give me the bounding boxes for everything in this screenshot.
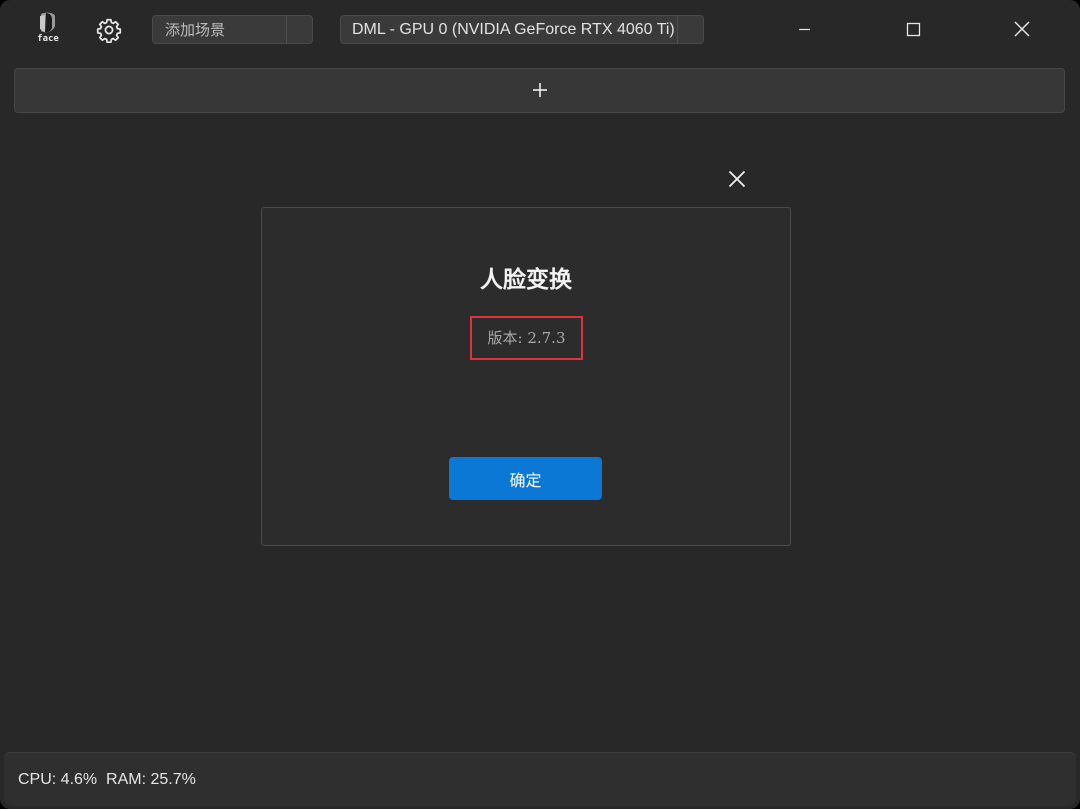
dialog-title: 人脸变换: [480, 266, 572, 293]
close-button[interactable]: [1007, 14, 1037, 44]
add-scene-bar[interactable]: [14, 68, 1065, 113]
about-dialog: 人脸变换 版本: 2.7.3 确定: [261, 207, 791, 546]
minimize-button[interactable]: [789, 14, 819, 44]
scene-combo[interactable]: 添加场景: [152, 15, 313, 44]
close-icon: [1014, 21, 1030, 37]
app-logo: face: [33, 12, 63, 44]
maximize-button[interactable]: [898, 14, 928, 44]
dialog-close-button[interactable]: [725, 167, 749, 191]
version-highlight-box: 版本: 2.7.3: [470, 316, 583, 360]
device-combo[interactable]: DML - GPU 0 (NVIDIA GeForce RTX 4060 Ti): [340, 15, 704, 44]
close-icon: [728, 170, 746, 188]
device-combo-dropdown[interactable]: [677, 16, 703, 43]
device-combo-value: DML - GPU 0 (NVIDIA GeForce RTX 4060 Ti): [352, 21, 675, 38]
title-bar: face 添加场景 DML - GPU 0 (NVIDIA GeForce RT…: [0, 0, 1080, 62]
face-logo-icon: [40, 12, 55, 33]
settings-button[interactable]: [96, 17, 122, 44]
minimize-icon: [799, 28, 810, 31]
gear-icon: [96, 18, 122, 44]
maximize-icon: [906, 22, 921, 37]
ok-button[interactable]: 确定: [449, 457, 602, 500]
status-text: CPU: 4.6% RAM: 25.7%: [18, 771, 196, 788]
status-bar: CPU: 4.6% RAM: 25.7%: [4, 752, 1076, 806]
app-window: face 添加场景 DML - GPU 0 (NVIDIA GeForce RT…: [0, 0, 1080, 809]
version-label: 版本: 2.7.3: [487, 329, 566, 347]
plus-icon: [533, 83, 547, 97]
scene-combo-value: 添加场景: [165, 21, 226, 39]
scene-combo-dropdown[interactable]: [286, 16, 312, 43]
app-logo-text: face: [37, 34, 59, 44]
